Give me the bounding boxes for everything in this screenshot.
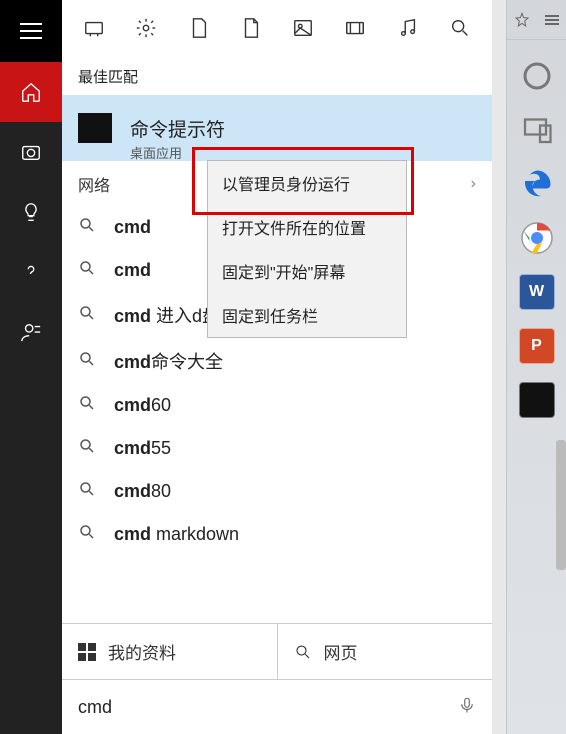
hamburger-button[interactable] <box>0 0 62 62</box>
star-icon[interactable] <box>514 12 530 28</box>
taskbar-chrome[interactable] <box>519 220 555 256</box>
side-bulb[interactable] <box>0 182 62 242</box>
chrome-icon <box>519 220 555 256</box>
ctx-pin-taskbar[interactable]: 固定到任务栏 <box>208 293 406 337</box>
search-bar[interactable]: cmd <box>62 679 492 734</box>
best-match-title: 命令提示符 <box>130 115 225 142</box>
search-icon <box>294 643 312 661</box>
ctx-run-as-admin[interactable]: 以管理员身份运行 <box>208 161 406 205</box>
word-icon: W <box>529 283 544 301</box>
search-icon <box>78 216 96 234</box>
bulb-icon <box>20 201 42 223</box>
recent-icon <box>83 17 105 39</box>
file-outline-icon <box>240 17 262 39</box>
image-icon <box>292 17 314 39</box>
home-icon <box>20 81 42 103</box>
cmd-thumb-icon <box>78 113 112 143</box>
mic-button[interactable] <box>458 694 476 721</box>
chevron-right-icon: › <box>471 175 476 193</box>
search-icon <box>78 480 96 498</box>
hamburger-icon <box>20 23 42 39</box>
ctx-pin-start[interactable]: 固定到"开始"屏幕 <box>208 249 406 293</box>
taskbar-edge[interactable] <box>519 166 555 202</box>
search-icon <box>78 259 96 277</box>
tab-my-stuff-label: 我的资料 <box>108 639 176 664</box>
side-help[interactable] <box>0 242 62 302</box>
video-icon <box>344 17 366 39</box>
side-home[interactable] <box>0 62 62 122</box>
taskbar-cortana[interactable] <box>519 58 555 94</box>
file-icon <box>188 17 210 39</box>
list-item[interactable]: cmd55 <box>62 427 492 470</box>
side-camera[interactable] <box>0 122 62 182</box>
menu-icon[interactable] <box>545 15 559 25</box>
music-icon <box>397 17 419 39</box>
top-icon-search[interactable] <box>438 17 482 44</box>
edge-icon <box>519 166 555 202</box>
top-icon-recent[interactable] <box>72 17 116 44</box>
top-icon-file[interactable] <box>177 17 221 44</box>
taskbar-cmd[interactable] <box>519 382 555 418</box>
list-item[interactable]: cmd命令大全 <box>62 338 492 384</box>
windows-icon <box>78 643 96 661</box>
search-query: cmd <box>78 697 112 718</box>
top-icon-music[interactable] <box>386 17 430 44</box>
list-item[interactable]: cmd markdown <box>62 513 492 556</box>
context-menu: 以管理员身份运行 打开文件所在的位置 固定到"开始"屏幕 固定到任务栏 <box>207 160 407 338</box>
right-edge-panel: W P <box>506 0 566 734</box>
tab-web-label: 网页 <box>324 639 358 664</box>
scrollbar-thumb[interactable] <box>556 440 566 570</box>
taskbar-ppt[interactable]: P <box>519 328 555 364</box>
list-item[interactable]: cmd80 <box>62 470 492 513</box>
taskbar-devices[interactable] <box>519 112 555 148</box>
side-user[interactable] <box>0 302 62 362</box>
best-match-heading: 最佳匹配 <box>62 60 492 95</box>
top-icon-file2[interactable] <box>229 17 273 44</box>
list-item[interactable]: cmd60 <box>62 384 492 427</box>
devices-icon <box>519 112 555 148</box>
search-icon <box>78 523 96 541</box>
search-icon <box>78 394 96 412</box>
mic-icon <box>458 694 476 716</box>
ctx-open-location[interactable]: 打开文件所在的位置 <box>208 205 406 249</box>
help-icon <box>20 261 42 283</box>
network-label: 网络 <box>78 172 110 196</box>
search-icon <box>78 350 96 368</box>
search-icon <box>449 17 471 39</box>
taskbar-word[interactable]: W <box>519 274 555 310</box>
search-icon <box>78 437 96 455</box>
user-icon <box>20 321 42 343</box>
camera-icon <box>20 141 42 163</box>
search-icon <box>78 304 96 322</box>
settings-icon <box>135 17 157 39</box>
top-icon-settings[interactable] <box>124 17 168 44</box>
tab-my-stuff[interactable]: 我的资料 <box>62 624 278 679</box>
top-filter-row <box>62 0 492 60</box>
top-icon-video[interactable] <box>333 17 377 44</box>
powerpoint-icon: P <box>531 337 542 355</box>
tab-web[interactable]: 网页 <box>278 624 493 679</box>
top-icon-image[interactable] <box>281 17 325 44</box>
cortana-icon <box>519 58 555 94</box>
